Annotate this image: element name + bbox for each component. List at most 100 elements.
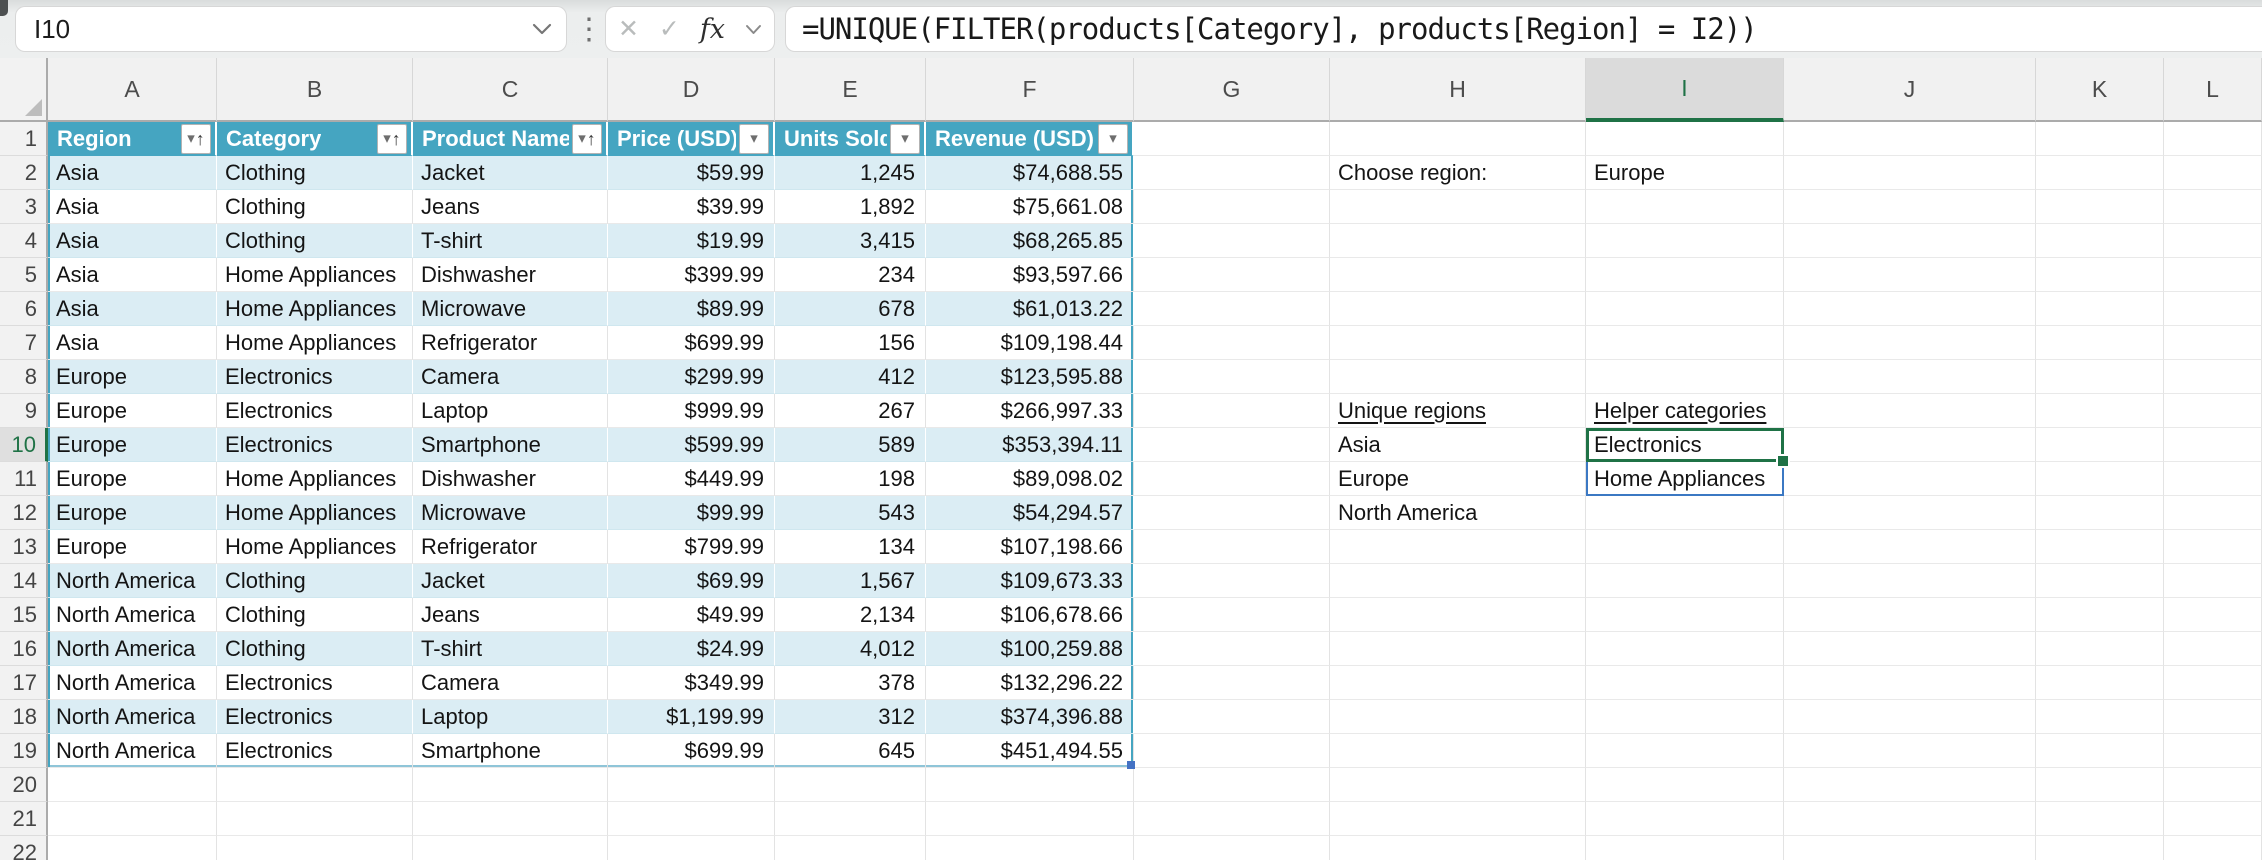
cell-C3[interactable]: Jeans (413, 190, 608, 224)
cell-J3[interactable] (1784, 190, 2036, 224)
cell-E11[interactable]: 198 (775, 462, 926, 496)
cell-D22[interactable] (608, 836, 775, 860)
cell-I17[interactable] (1586, 666, 1784, 700)
cell-K18[interactable] (2036, 700, 2164, 734)
cell-J18[interactable] (1784, 700, 2036, 734)
cell-D11[interactable]: $449.99 (608, 462, 775, 496)
cell-L6[interactable] (2164, 292, 2262, 326)
cell-H5[interactable] (1330, 258, 1586, 292)
cell-C17[interactable]: Camera (413, 666, 608, 700)
cell-L12[interactable] (2164, 496, 2262, 530)
cell-A9[interactable]: Europe (48, 394, 217, 428)
cell-L18[interactable] (2164, 700, 2262, 734)
cell-B19[interactable]: Electronics (217, 734, 413, 768)
cell-K16[interactable] (2036, 632, 2164, 666)
row-header-16[interactable]: 16 (0, 632, 48, 666)
row-header-6[interactable]: 6 (0, 292, 48, 326)
cell-H4[interactable] (1330, 224, 1586, 258)
row-header-15[interactable]: 15 (0, 598, 48, 632)
cell-L19[interactable] (2164, 734, 2262, 768)
table-resize-handle[interactable] (1127, 761, 1135, 769)
cell-D13[interactable]: $799.99 (608, 530, 775, 564)
cell-G6[interactable] (1134, 292, 1330, 326)
cell-F21[interactable] (926, 802, 1134, 836)
cell-K13[interactable] (2036, 530, 2164, 564)
cell-A8[interactable]: Europe (48, 360, 217, 394)
cell-G17[interactable] (1134, 666, 1330, 700)
cell-H20[interactable] (1330, 768, 1586, 802)
row-header-10[interactable]: 10 (0, 428, 48, 462)
row-header-7[interactable]: 7 (0, 326, 48, 360)
cell-L14[interactable] (2164, 564, 2262, 598)
cell-H6[interactable] (1330, 292, 1586, 326)
cell-J1[interactable] (1784, 122, 2036, 156)
cell-C16[interactable]: T-shirt (413, 632, 608, 666)
cell-K22[interactable] (2036, 836, 2164, 860)
cell-K5[interactable] (2036, 258, 2164, 292)
cell-H21[interactable] (1330, 802, 1586, 836)
cell-G14[interactable] (1134, 564, 1330, 598)
filter-button-units-sold[interactable]: ▾ (890, 124, 920, 154)
cell-K14[interactable] (2036, 564, 2164, 598)
cell-K19[interactable] (2036, 734, 2164, 768)
cell-L8[interactable] (2164, 360, 2262, 394)
cell-E16[interactable]: 4,012 (775, 632, 926, 666)
cell-B16[interactable]: Clothing (217, 632, 413, 666)
row-header-12[interactable]: 12 (0, 496, 48, 530)
cell-I5[interactable] (1586, 258, 1784, 292)
cell-I14[interactable] (1586, 564, 1784, 598)
cell-K12[interactable] (2036, 496, 2164, 530)
cell-A15[interactable]: North America (48, 598, 217, 632)
cell-K10[interactable] (2036, 428, 2164, 462)
cell-B13[interactable]: Home Appliances (217, 530, 413, 564)
cell-I12[interactable] (1586, 496, 1784, 530)
cell-B22[interactable] (217, 836, 413, 860)
cell-H19[interactable] (1330, 734, 1586, 768)
cell-A22[interactable] (48, 836, 217, 860)
cell-D2[interactable]: $59.99 (608, 156, 775, 190)
cell-F20[interactable] (926, 768, 1134, 802)
cell-C12[interactable]: Microwave (413, 496, 608, 530)
row-header-22[interactable]: 22 (0, 836, 48, 860)
row-header-17[interactable]: 17 (0, 666, 48, 700)
row-header-5[interactable]: 5 (0, 258, 48, 292)
cell-A21[interactable] (48, 802, 217, 836)
cell-E15[interactable]: 2,134 (775, 598, 926, 632)
cell-B21[interactable] (217, 802, 413, 836)
cell-I2[interactable]: Europe (1586, 156, 1784, 190)
column-header-L[interactable]: L (2164, 58, 2262, 122)
cell-C19[interactable]: Smartphone (413, 734, 608, 768)
cell-K17[interactable] (2036, 666, 2164, 700)
cell-A13[interactable]: Europe (48, 530, 217, 564)
cell-L15[interactable] (2164, 598, 2262, 632)
cell-G5[interactable] (1134, 258, 1330, 292)
cell-I10[interactable]: Electronics (1586, 428, 1784, 462)
cell-L11[interactable] (2164, 462, 2262, 496)
cell-A7[interactable]: Asia (48, 326, 217, 360)
cell-F2[interactable]: $74,688.55 (926, 156, 1134, 190)
cell-K6[interactable] (2036, 292, 2164, 326)
column-header-F[interactable]: F (926, 58, 1134, 122)
cell-H10[interactable]: Asia (1330, 428, 1586, 462)
cell-I4[interactable] (1586, 224, 1784, 258)
row-header-18[interactable]: 18 (0, 700, 48, 734)
cell-J9[interactable] (1784, 394, 2036, 428)
cell-A19[interactable]: North America (48, 734, 217, 768)
cell-D8[interactable]: $299.99 (608, 360, 775, 394)
cell-D5[interactable]: $399.99 (608, 258, 775, 292)
cell-L20[interactable] (2164, 768, 2262, 802)
cell-D17[interactable]: $349.99 (608, 666, 775, 700)
enter-icon[interactable]: ✓ (659, 17, 680, 42)
cell-B7[interactable]: Home Appliances (217, 326, 413, 360)
cell-F15[interactable]: $106,678.66 (926, 598, 1134, 632)
cell-H16[interactable] (1330, 632, 1586, 666)
cell-K9[interactable] (2036, 394, 2164, 428)
cell-G21[interactable] (1134, 802, 1330, 836)
cell-C2[interactable]: Jacket (413, 156, 608, 190)
cell-I9[interactable]: Helper categories (1586, 394, 1784, 428)
row-header-14[interactable]: 14 (0, 564, 48, 598)
cell-J12[interactable] (1784, 496, 2036, 530)
cell-A6[interactable]: Asia (48, 292, 217, 326)
cell-D21[interactable] (608, 802, 775, 836)
cell-E22[interactable] (775, 836, 926, 860)
